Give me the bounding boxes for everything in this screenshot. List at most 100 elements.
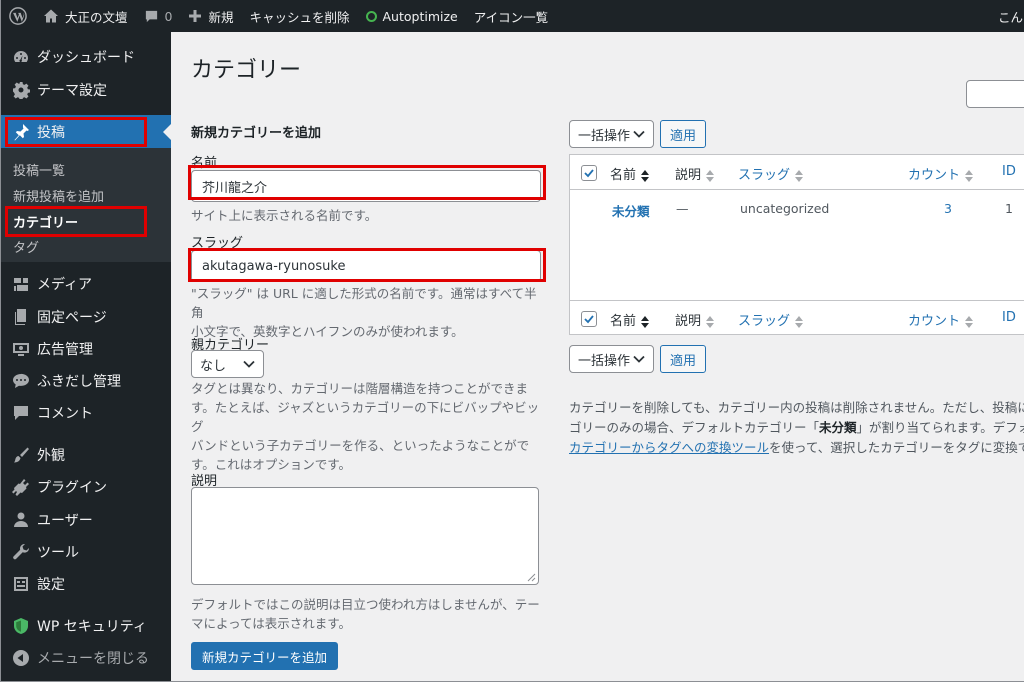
wrench-icon	[11, 542, 31, 562]
select-all-checkbox[interactable]	[581, 165, 597, 181]
comment-bubble-icon	[145, 10, 157, 22]
comment-icon	[11, 403, 31, 423]
submenu-all-posts[interactable]: 投稿一覧	[13, 160, 65, 179]
account-greeting[interactable]: こん	[998, 0, 1024, 32]
table-row: 未分類 — uncategorized 3 1	[570, 191, 1024, 227]
column-id-footer[interactable]: ID	[1002, 310, 1016, 325]
category-slug: uncategorized	[740, 201, 830, 216]
menu-tools[interactable]: ツール	[1, 535, 171, 569]
column-count-footer[interactable]: カウント	[908, 310, 974, 329]
sort-icon	[795, 315, 804, 328]
current-menu-arrow	[163, 124, 171, 140]
table-footer: 名前 説明 スラッグ カウント ID	[570, 300, 1024, 335]
category-tag-converter-link[interactable]: カテゴリーからタグへの変換ツール	[569, 440, 769, 455]
chevron-down-icon	[633, 355, 645, 363]
description-help-text: デフォルトではこの説明は目立つ使われ方はしませんが、テー マによっては表示されま…	[191, 597, 540, 631]
menu-ads[interactable]: 広告管理	[1, 332, 171, 366]
add-category-button[interactable]: 新規カテゴリーを追加	[191, 642, 339, 670]
apply-button-bottom[interactable]: 適用	[660, 345, 706, 373]
sort-icon	[965, 169, 974, 182]
chevron-down-icon	[633, 130, 645, 138]
bulk-actions-select-top[interactable]: 一括操作	[569, 120, 654, 148]
sort-active-icon	[641, 315, 650, 328]
menu-settings[interactable]: 設定	[1, 567, 171, 601]
menu-media[interactable]: メディア	[1, 267, 171, 301]
new-content-link[interactable]: 新規	[180, 0, 241, 32]
plus-icon	[189, 10, 202, 22]
column-description[interactable]: 説明	[675, 164, 715, 183]
submenu-tags[interactable]: タグ	[13, 237, 39, 256]
name-help-text: サイト上に表示される名前です。	[191, 208, 378, 223]
form-heading: 新規カテゴリーを追加	[191, 126, 322, 141]
collapse-menu-button[interactable]: メニューを閉じる	[1, 641, 171, 675]
resize-handle-icon[interactable]	[527, 573, 536, 582]
browser-frame: 大正の文壇 0 新規 キャッシュを削除 Autoptimize アイコン一覧 こ…	[0, 0, 1024, 682]
search-categories-input[interactable]	[966, 80, 1024, 108]
menu-balloons[interactable]: ふきだし管理	[1, 364, 171, 398]
column-slug-footer[interactable]: スラッグ	[738, 310, 804, 329]
comments-link[interactable]: 0	[136, 0, 181, 32]
speech-bubble-icon	[11, 371, 31, 391]
clear-cache-link[interactable]: キャッシュを削除	[241, 0, 357, 32]
select-all-checkbox-bottom[interactable]	[581, 311, 597, 327]
icon-list-link[interactable]: アイコン一覧	[466, 0, 556, 32]
menu-appearance[interactable]: 外観	[1, 438, 171, 472]
category-description-textarea[interactable]	[191, 487, 539, 585]
column-count[interactable]: カウント	[908, 164, 974, 183]
paintbrush-icon	[11, 445, 31, 465]
category-name-input[interactable]: 芥川龍之介	[191, 170, 541, 202]
home-icon	[44, 9, 58, 23]
sort-icon	[706, 315, 715, 328]
gear-icon	[11, 80, 31, 100]
site-name: 大正の文壇	[65, 9, 128, 25]
wordpress-logo-icon[interactable]	[1, 0, 35, 32]
bulk-actions-select-bottom[interactable]: 一括操作	[569, 345, 654, 373]
menu-theme-settings[interactable]: テーマ設定	[1, 73, 171, 107]
checkmark-icon	[584, 169, 594, 178]
column-name-footer[interactable]: 名前	[610, 310, 650, 329]
checkmark-icon	[584, 315, 594, 324]
sort-icon	[706, 169, 715, 182]
monitor-icon	[11, 339, 31, 359]
column-slug[interactable]: スラッグ	[738, 164, 804, 183]
category-name-link[interactable]: 未分類	[612, 201, 650, 220]
column-name[interactable]: 名前	[610, 164, 650, 183]
category-count-link[interactable]: 3	[944, 201, 952, 216]
apply-button-top[interactable]: 適用	[660, 120, 706, 148]
status-ring-icon	[365, 10, 377, 22]
category-slug-input[interactable]: akutagawa-ryunosuke	[191, 250, 541, 282]
autoptimize-link[interactable]: Autoptimize	[358, 0, 466, 32]
parent-help-text: タグとは異なり、カテゴリーは階層構造を持つことができま す。たとえば、ジャズとい…	[191, 381, 540, 472]
column-id[interactable]: ID	[1002, 164, 1016, 179]
slug-help-text: "スラッグ" は URL に適した形式の名前です。通常はすべて半角 小文字で、英…	[191, 286, 537, 339]
sort-icon	[965, 315, 974, 328]
sort-active-icon	[641, 169, 650, 182]
site-name-link[interactable]: 大正の文壇	[35, 0, 136, 32]
sort-icon	[795, 169, 804, 182]
dashboard-gauge-icon	[11, 47, 31, 67]
menu-users[interactable]: ユーザー	[1, 503, 171, 537]
pushpin-icon	[11, 122, 31, 142]
comments-count: 0	[164, 8, 173, 24]
admin-sidebar: ダッシュボード テーマ設定 投稿 投稿一覧 新規投稿を追加 カテゴリー タグ メ…	[1, 32, 171, 681]
menu-plugins[interactable]: プラグイン	[1, 470, 171, 504]
menu-pages[interactable]: 固定ページ	[1, 300, 171, 334]
main-content: カテゴリー 新規カテゴリーを追加 名前 芥川龍之介 サイト上に表示される名前です…	[171, 32, 1024, 681]
parent-category-select[interactable]: なし	[191, 350, 264, 378]
name-label: 名前	[191, 156, 218, 171]
admin-bar: 大正の文壇 0 新規 キャッシュを削除 Autoptimize アイコン一覧 こ…	[1, 0, 1024, 32]
posts-submenu: 投稿一覧 新規投稿を追加 カテゴリー タグ	[1, 148, 171, 262]
page-title: カテゴリー	[191, 58, 302, 83]
category-description: —	[676, 201, 689, 216]
table-header: 名前 説明 スラッグ カウント ID	[570, 155, 1024, 190]
submenu-add-new-post[interactable]: 新規投稿を追加	[13, 186, 104, 205]
shield-icon	[11, 616, 31, 636]
pages-icon	[11, 307, 31, 327]
column-description-footer[interactable]: 説明	[675, 310, 715, 329]
menu-posts[interactable]: 投稿	[1, 115, 171, 149]
menu-wp-security[interactable]: WP セキュリティ	[1, 609, 171, 643]
menu-comments[interactable]: コメント	[1, 396, 171, 430]
new-label: 新規	[208, 9, 234, 25]
menu-dashboard[interactable]: ダッシュボード	[1, 40, 171, 74]
submenu-categories[interactable]: カテゴリー	[13, 212, 78, 231]
